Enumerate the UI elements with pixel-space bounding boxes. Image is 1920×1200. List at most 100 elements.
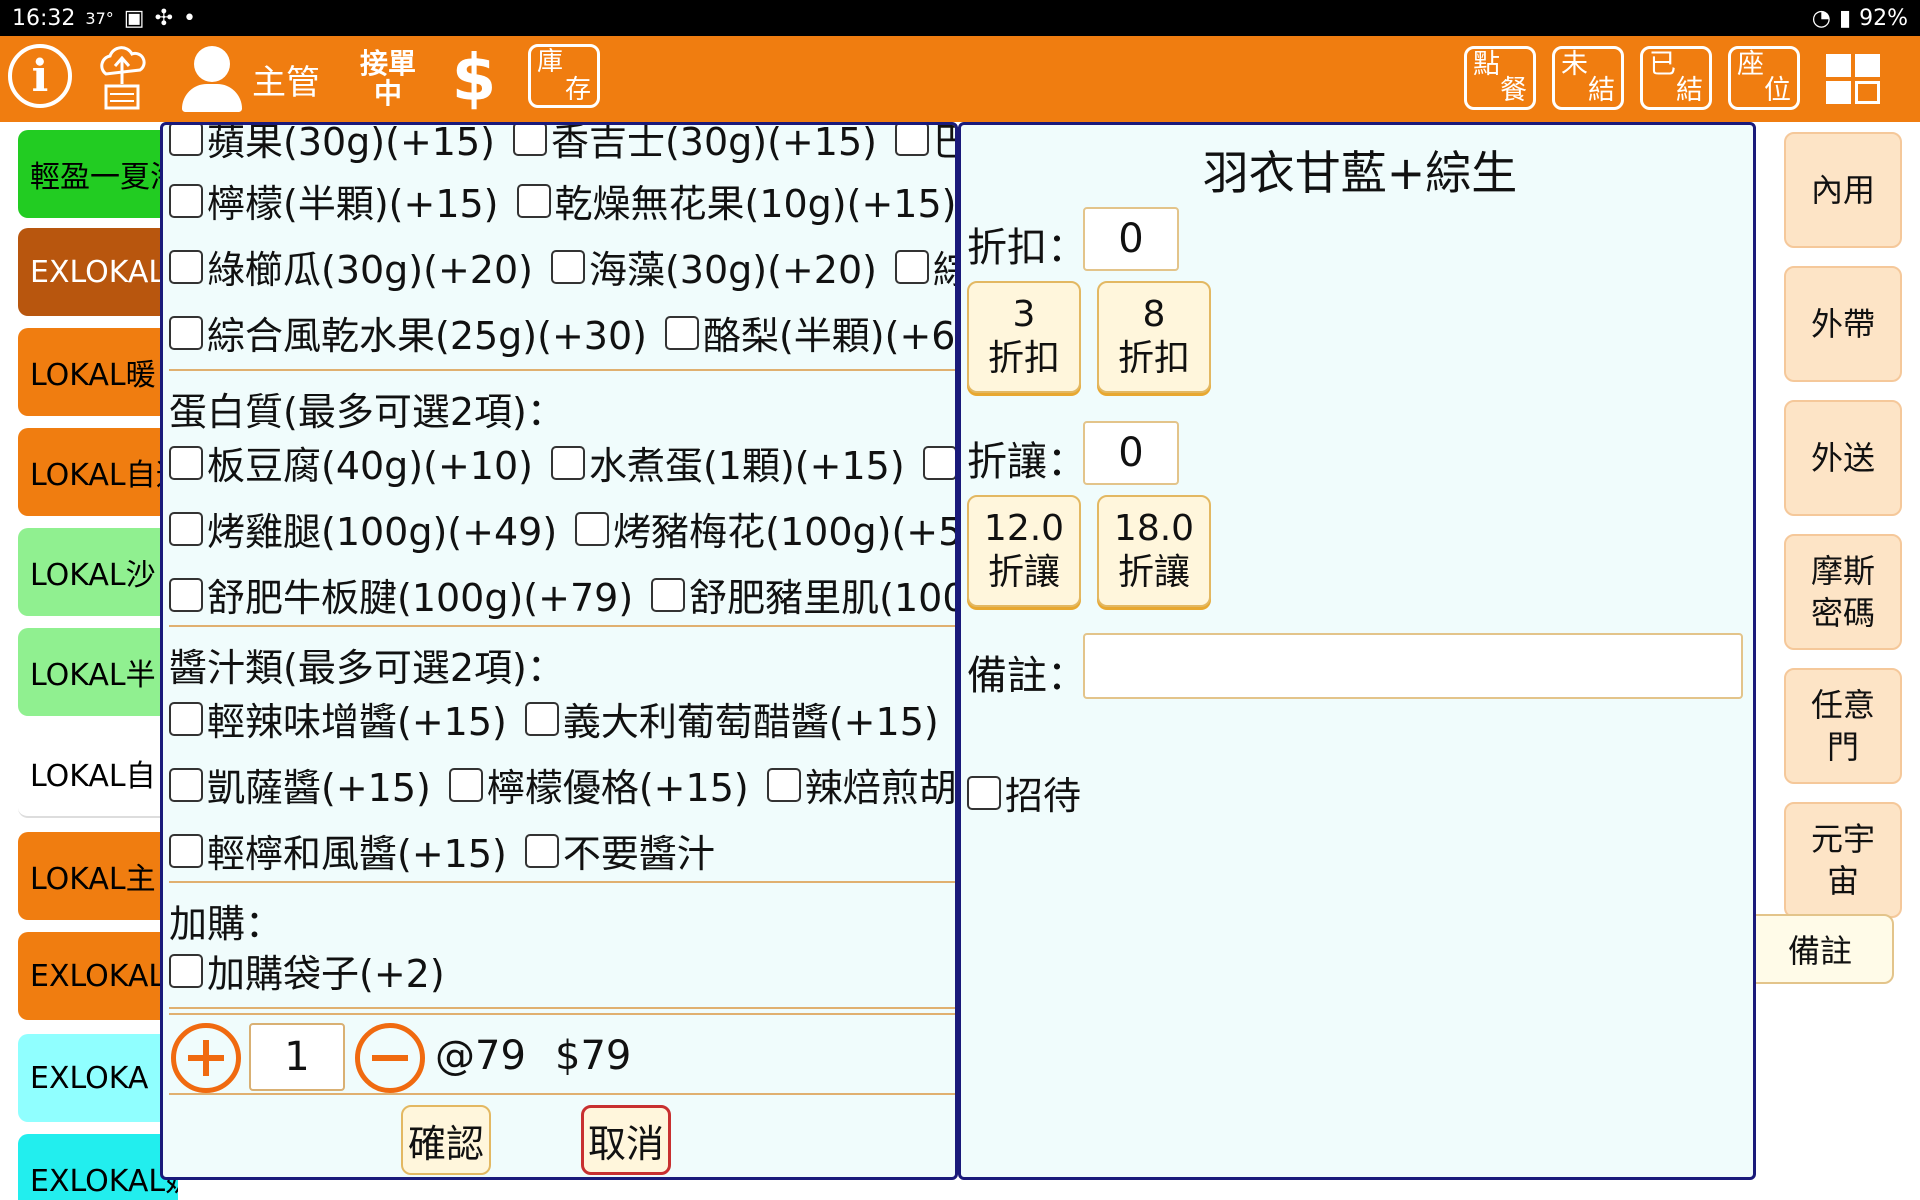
option-item[interactable]: 檸檬優格(+15) xyxy=(448,757,749,812)
order-type-button[interactable]: 外送 xyxy=(1784,400,1902,516)
category-item[interactable]: 輕盈一夏海 xyxy=(18,130,178,218)
option-item[interactable]: 香吉士(30g)(+15) xyxy=(512,125,877,166)
unit-price: @79 xyxy=(435,1033,526,1079)
category-item[interactable]: LOKAL自 xyxy=(18,730,178,818)
option-item[interactable]: 酪梨(半顆)(+60) xyxy=(664,305,955,360)
settled-button[interactable]: 已 結 xyxy=(1640,46,1712,110)
cancel-button[interactable]: 取消 xyxy=(581,1105,671,1175)
option-checkbox[interactable] xyxy=(575,511,610,546)
option-item[interactable]: 巴樂 xyxy=(894,125,955,166)
option-checkbox[interactable] xyxy=(922,445,955,480)
order-type-button[interactable]: 任意 門 xyxy=(1784,668,1902,784)
grid-view-icon[interactable] xyxy=(1826,54,1880,104)
category-item[interactable]: EXLOKAL xyxy=(18,932,178,1020)
option-item[interactable]: 加購袋子(+2) xyxy=(169,943,445,998)
quantity-input[interactable]: 1 xyxy=(249,1023,345,1091)
option-item[interactable]: 海藻(30g)(+20) xyxy=(550,239,877,294)
option-item[interactable]: 舒肥牛板腱(100g)(+79) xyxy=(169,567,633,622)
order-type-button[interactable]: 摩斯 密碼 xyxy=(1784,534,1902,650)
option-item[interactable]: 板豆腐(40g)(+10) xyxy=(169,435,533,490)
option-item[interactable]: 綠櫛瓜(30g)(+20) xyxy=(169,239,533,294)
option-checkbox[interactable] xyxy=(169,125,203,156)
note-input[interactable] xyxy=(1083,633,1743,699)
option-checkbox[interactable] xyxy=(169,767,203,802)
discount-3-button[interactable]: 3 折扣 xyxy=(967,281,1081,393)
order-type-button[interactable]: 外帶 xyxy=(1784,266,1902,382)
order-menu-button[interactable]: 點 餐 xyxy=(1464,46,1536,110)
info-icon[interactable]: i xyxy=(8,44,72,108)
option-checkbox[interactable] xyxy=(448,767,483,802)
category-item[interactable]: LOKAL自選 xyxy=(18,428,178,516)
cloud-upload-icon[interactable] xyxy=(96,44,148,114)
dollar-icon[interactable]: $ xyxy=(444,42,504,116)
complimentary-checkbox[interactable] xyxy=(967,775,1001,810)
option-item[interactable]: 綜合 xyxy=(894,239,955,294)
option-checkbox[interactable] xyxy=(169,183,203,218)
unsettled-button[interactable]: 未 結 xyxy=(1552,46,1624,110)
option-checkbox[interactable] xyxy=(169,315,203,350)
option-item[interactable]: 凱薩醬(+15) xyxy=(169,757,431,812)
allowance-input[interactable]: 0 xyxy=(1083,421,1179,485)
option-checkbox[interactable] xyxy=(550,445,585,480)
option-checkbox[interactable] xyxy=(664,315,699,350)
option-checkbox[interactable] xyxy=(894,249,929,284)
category-item[interactable]: EXLOKA xyxy=(18,1034,178,1122)
discount-8-button[interactable]: 8 折扣 xyxy=(1097,281,1211,393)
minus-icon[interactable] xyxy=(355,1023,425,1093)
option-item[interactable]: 辣焙煎胡麻 xyxy=(766,757,955,812)
allowance-12-button[interactable]: 12.0 折讓 xyxy=(967,495,1081,607)
option-checkbox[interactable] xyxy=(524,833,559,868)
option-item[interactable]: 義大利葡萄醋醬(+15) xyxy=(524,691,939,746)
order-status-button[interactable]: 接單 中 xyxy=(350,44,426,114)
option-checkbox[interactable] xyxy=(651,577,686,612)
option-item[interactable]: 輕檸和風醬(+15) xyxy=(169,823,507,878)
option-checkbox[interactable] xyxy=(169,249,203,284)
option-checkbox[interactable] xyxy=(169,701,203,736)
order-type-button[interactable]: 元宇 宙 xyxy=(1784,802,1902,918)
option-checkbox[interactable] xyxy=(516,183,551,218)
complimentary-option[interactable]: 招待 xyxy=(967,765,1081,820)
option-item[interactable]: 乾燥無花果(10g)(+15) xyxy=(516,173,955,228)
option-item[interactable]: 烤豬梅花(100g)(+59) xyxy=(575,501,955,556)
option-checkbox[interactable] xyxy=(169,953,203,988)
divider xyxy=(169,881,955,883)
option-item[interactable]: 輕辣味增醬(+15) xyxy=(169,691,507,746)
category-item[interactable]: LOKAL半自 xyxy=(18,628,178,716)
order-type-button[interactable]: 內用 xyxy=(1784,132,1902,248)
seating-button[interactable]: 座 位 xyxy=(1728,46,1800,110)
note-button[interactable]: 備註 xyxy=(1740,914,1894,984)
category-item[interactable]: EXLOKAL奶蓋茶 xyxy=(18,1134,178,1200)
category-item[interactable]: LOKAL主 xyxy=(18,832,178,920)
option-item[interactable]: 烤 xyxy=(922,435,955,490)
option-checkbox[interactable] xyxy=(169,445,203,480)
confirm-button[interactable]: 確認 xyxy=(401,1105,491,1175)
option-checkbox[interactable] xyxy=(894,125,929,156)
order-menu-a: 點 xyxy=(1473,49,1500,80)
option-checkbox[interactable] xyxy=(524,701,559,736)
option-item[interactable]: 蘋果(30g)(+15) xyxy=(169,125,495,166)
category-item[interactable]: LOKAL暖 xyxy=(18,328,178,416)
option-item[interactable]: 不要醬汁 xyxy=(524,823,715,878)
category-item[interactable]: EXLOKAL xyxy=(18,228,178,316)
user-button[interactable]: 主管 xyxy=(180,44,340,114)
allowance-18-label: 折讓 xyxy=(1117,552,1190,593)
allowance-18-button[interactable]: 18.0 折讓 xyxy=(1097,495,1211,607)
option-item[interactable]: 舒肥豬里肌(100g) xyxy=(651,567,955,622)
option-checkbox[interactable] xyxy=(766,767,801,802)
gallery-icon: ▣ xyxy=(123,5,145,31)
option-item[interactable]: 烤雞腿(100g)(+49) xyxy=(169,501,557,556)
option-checkbox[interactable] xyxy=(169,511,203,546)
plus-icon[interactable] xyxy=(171,1023,241,1093)
option-item[interactable]: 水煮蛋(1顆)(+15) xyxy=(550,435,905,490)
option-item[interactable]: 檸檬(半顆)(+15) xyxy=(169,173,499,228)
option-checkbox[interactable] xyxy=(512,125,547,156)
discount-input[interactable]: 0 xyxy=(1083,207,1179,271)
discount-panel: 羽衣甘藍+綜生 折扣： 0 3 折扣 8 折扣 折讓： 0 12.0 折讓 18… xyxy=(958,122,1756,1180)
stock-button[interactable]: 庫 存 xyxy=(528,44,600,108)
option-checkbox[interactable] xyxy=(169,577,203,612)
option-checkbox[interactable] xyxy=(550,249,585,284)
category-item[interactable]: LOKAL沙 xyxy=(18,528,178,616)
option-item[interactable]: 綜合風乾水果(25g)(+30) xyxy=(169,305,647,360)
option-checkbox[interactable] xyxy=(169,833,203,868)
allowance-12-value: 12.0 xyxy=(983,508,1065,549)
